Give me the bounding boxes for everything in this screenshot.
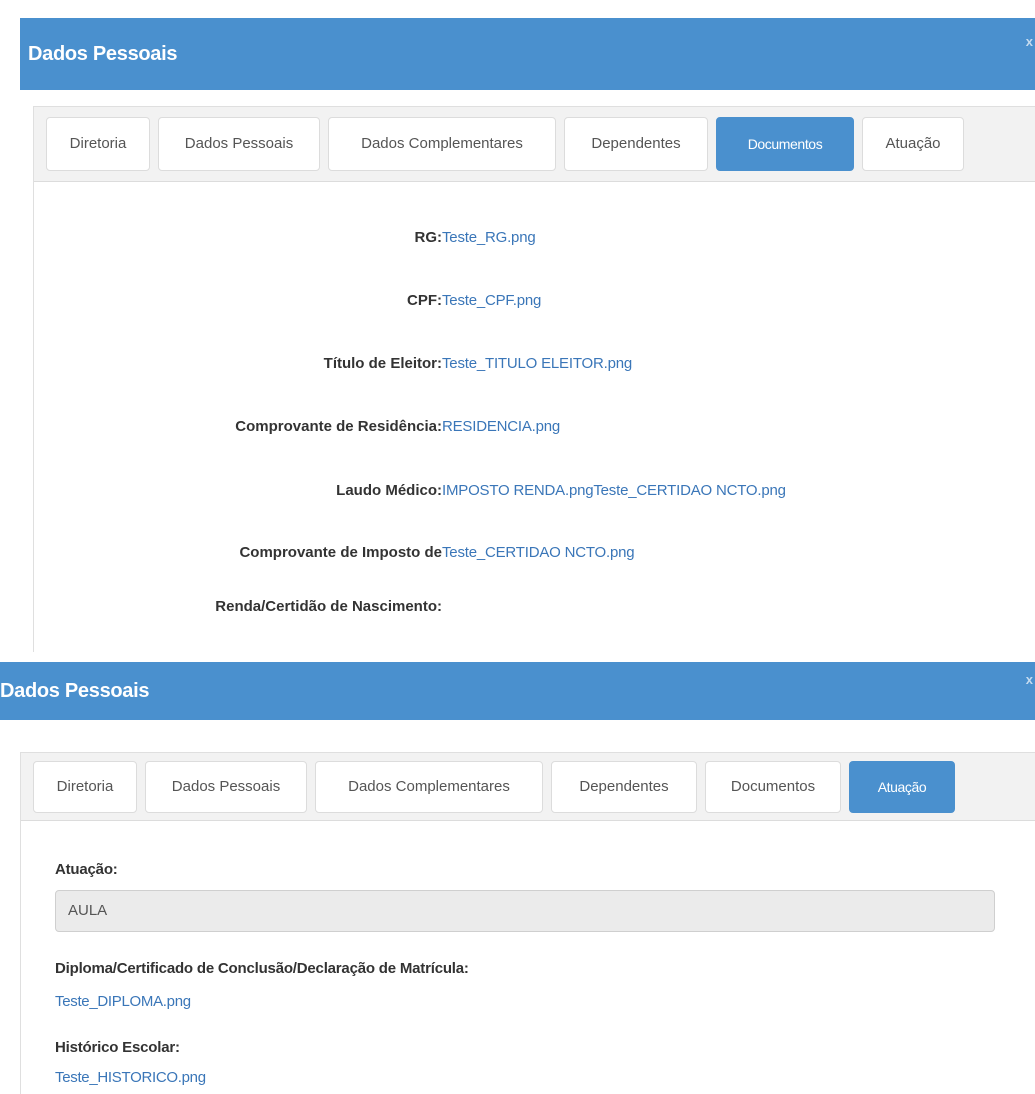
document-label-line1: Comprovante de Imposto de xyxy=(239,544,442,561)
tab-dados-complementares[interactable]: Dados Complementares xyxy=(328,117,556,171)
document-link[interactable]: Teste_RG.png xyxy=(442,220,536,256)
document-label: Comprovante de Imposto de Renda/Certidão… xyxy=(215,535,442,625)
document-label: CPF: xyxy=(407,292,442,309)
document-label: Comprovante de Residência: xyxy=(235,418,442,435)
historico-link[interactable]: Teste_HISTORICO.png xyxy=(55,1069,206,1086)
tab-dados-pessoais[interactable]: Dados Pessoais xyxy=(158,117,320,171)
tab-dados-complementares[interactable]: Dados Complementares xyxy=(315,761,543,813)
tab-diretoria[interactable]: Diretoria xyxy=(33,761,137,813)
tab-atuacao[interactable]: Atuação xyxy=(849,761,955,813)
document-link[interactable]: Teste_TITULO ELEITOR.png xyxy=(442,346,632,382)
tab-dependentes[interactable]: Dependentes xyxy=(551,761,697,813)
modal-header: Dados Pessoais x xyxy=(0,662,1035,720)
document-label: RG: xyxy=(414,229,443,246)
tab-atuacao[interactable]: Atuação xyxy=(862,117,964,171)
tab-documentos[interactable]: Documentos xyxy=(705,761,841,813)
document-row-imposto-certidao: Comprovante de Imposto de Renda/Certidão… xyxy=(34,535,1035,615)
close-icon[interactable]: x xyxy=(1026,672,1033,687)
modal-title: Dados Pessoais xyxy=(28,43,178,65)
document-label: Laudo Médico: xyxy=(336,482,442,499)
document-link[interactable]: RESIDENCIA.png xyxy=(442,409,560,445)
tab-documentos[interactable]: Documentos xyxy=(716,117,854,171)
document-label-line2: Renda/Certidão de Nascimento: xyxy=(215,598,442,615)
tab-bar: Diretoria Dados Pessoais Dados Complemen… xyxy=(34,107,1035,182)
tab-dados-pessoais[interactable]: Dados Pessoais xyxy=(145,761,307,813)
dados-pessoais-modal-atuacao: Dados Pessoais x Diretoria Dados Pessoai… xyxy=(0,662,1035,1094)
document-label: Título de Eleitor: xyxy=(323,355,442,372)
document-link[interactable]: Teste_CPF.png xyxy=(442,283,541,319)
document-link[interactable]: Teste_CERTIDAO NCTO.png xyxy=(442,535,635,571)
document-link[interactable]: IMPOSTO RENDA.pngTeste_CERTIDAO NCTO.png xyxy=(442,473,786,509)
tab-dependentes[interactable]: Dependentes xyxy=(564,117,708,171)
close-icon[interactable]: x xyxy=(1026,34,1033,49)
modal-header: Dados Pessoais x xyxy=(20,18,1035,90)
tab-content-box: Diretoria Dados Pessoais Dados Complemen… xyxy=(33,106,1035,652)
atuacao-label: Atuação: xyxy=(55,861,118,878)
tab-diretoria[interactable]: Diretoria xyxy=(46,117,150,171)
diploma-label: Diploma/Certificado de Conclusão/Declara… xyxy=(55,960,469,977)
modal-title: Dados Pessoais xyxy=(0,680,150,702)
historico-label: Histórico Escolar: xyxy=(55,1039,180,1056)
tab-content-box: Diretoria Dados Pessoais Dados Complemen… xyxy=(20,752,1035,1094)
dados-pessoais-modal-documentos: Dados Pessoais x Diretoria Dados Pessoai… xyxy=(0,0,1035,652)
diploma-link[interactable]: Teste_DIPLOMA.png xyxy=(55,993,191,1010)
tab-bar: Diretoria Dados Pessoais Dados Complemen… xyxy=(21,753,1035,821)
atuacao-field[interactable]: AULA xyxy=(55,890,995,932)
